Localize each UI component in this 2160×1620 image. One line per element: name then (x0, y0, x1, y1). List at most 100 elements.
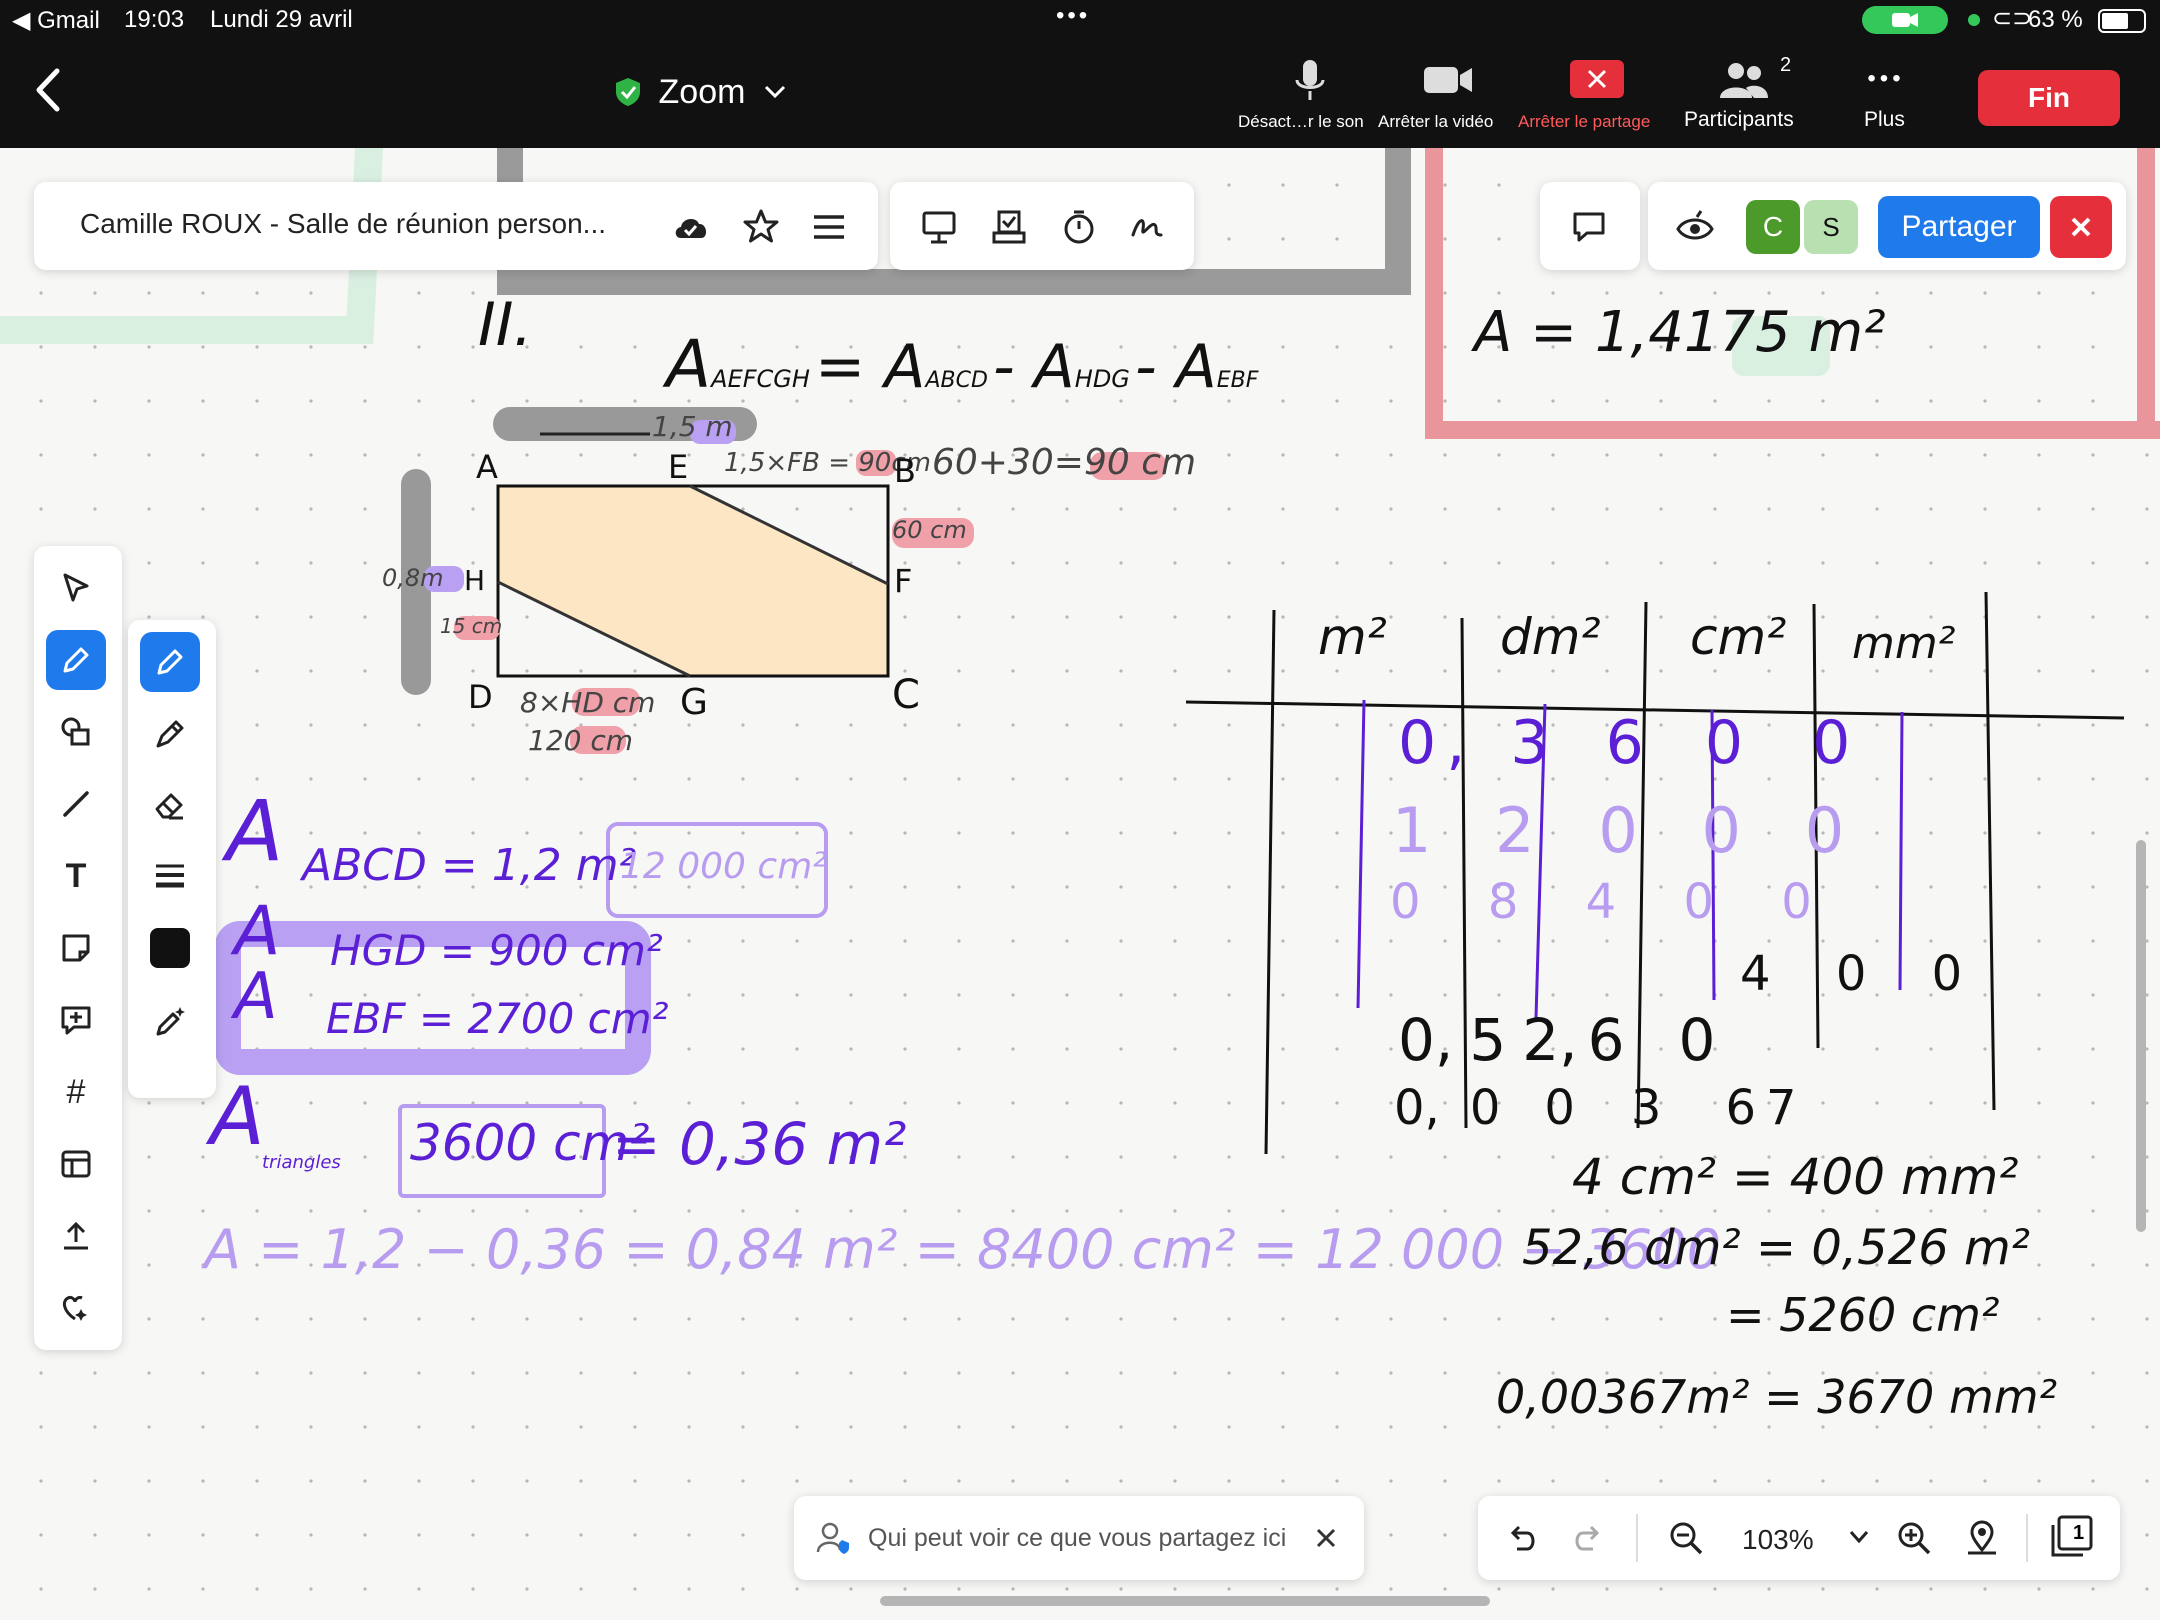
area-symbol-4: A (210, 1070, 265, 1163)
area-hgd: HGD = 900 cm² (330, 926, 663, 975)
microphone-icon[interactable] (1290, 56, 1330, 106)
top-right-result: A = 1,4175 m² (1474, 300, 1886, 365)
shield-check-icon (615, 78, 640, 106)
link-icon: ⊂⊃ (1992, 5, 2033, 32)
location-pin-icon[interactable] (1958, 1514, 2006, 1562)
section-number: II. (478, 290, 533, 360)
camera-active-indicator-icon (1862, 6, 1948, 34)
stop-share-icon[interactable] (1570, 60, 1624, 98)
highlighter-icon[interactable] (140, 704, 200, 764)
select-tool-icon[interactable] (46, 558, 106, 618)
dim-left: 0,8m (382, 564, 444, 592)
area-symbol-3: A (234, 960, 278, 1034)
vertical-scrollbar[interactable] (2136, 840, 2146, 1232)
menu-icon[interactable] (804, 202, 854, 252)
frame-tool-icon[interactable]: # (46, 1062, 106, 1122)
zoom-dropdown-icon[interactable] (1844, 1522, 1874, 1552)
more-label[interactable]: Plus (1864, 108, 1905, 132)
close-share-icon[interactable] (2050, 196, 2112, 258)
comment-icon[interactable] (1564, 202, 1614, 252)
stop-share-label[interactable]: Arrêter le partage (1518, 112, 1650, 132)
dim-dg2: 120 cm (528, 724, 634, 757)
area-triangles-m: = 0,36 m² (612, 1110, 907, 1178)
point-g: G (680, 682, 708, 723)
whiteboard-canvas[interactable]: II. AAEFCGH = AABCD - AHDG - AEBF 1,5 m … (0, 148, 2160, 1620)
dim-sum: 60+30=90 cm (932, 442, 1197, 483)
cloud-sync-icon[interactable] (666, 202, 716, 252)
dismiss-notice-icon[interactable] (1306, 1518, 1346, 1558)
toolbar-divider (2026, 1514, 2028, 1562)
point-d: D (468, 678, 493, 716)
conversion-1: 4 cm² = 400 mm² (1572, 1148, 2019, 1206)
add-comment-icon[interactable] (46, 990, 106, 1050)
sticky-note-icon[interactable] (46, 918, 106, 978)
shapes-tool-icon[interactable] (46, 702, 106, 762)
participants-label[interactable]: Participants (1684, 108, 1794, 132)
zoom-out-icon[interactable] (1662, 1514, 1710, 1562)
area-symbol-1: A (226, 782, 284, 880)
follow-view-icon[interactable] (1670, 202, 1720, 252)
final-area-line: A = 1,2 − 0,36 = 0,84 m² = 8400 cm² = 12… (204, 1218, 1722, 1281)
area-abcd-cm: 12 000 cm² (620, 846, 827, 887)
point-f: F (894, 562, 913, 600)
video-camera-icon[interactable] (1422, 62, 1474, 98)
pen-options-toolbar (128, 620, 216, 1098)
board-title[interactable]: Camille ROUX - Salle de réunion person..… (80, 208, 606, 240)
pages-icon[interactable]: 1 (2044, 1512, 2098, 1564)
more-dots-icon[interactable]: ••• (1862, 64, 1910, 94)
undo-icon[interactable] (1498, 1514, 1546, 1562)
stop-video-label[interactable]: Arrêter la vidéo (1378, 112, 1493, 132)
handwriting-recognition-icon[interactable] (1122, 202, 1172, 252)
meeting-toolbar: Zoom Désact…r le son Arrêter la vidéo Ar… (0, 40, 2160, 148)
text-tool-icon[interactable]: T (46, 846, 106, 906)
upload-icon[interactable] (46, 1206, 106, 1266)
line-tool-icon[interactable] (46, 774, 106, 834)
battery-icon (2098, 9, 2146, 33)
vote-icon[interactable] (984, 202, 1034, 252)
avatar-c[interactable]: C (1746, 200, 1800, 254)
privacy-user-icon (812, 1516, 856, 1560)
magic-pen-icon[interactable] (140, 992, 200, 1052)
stroke-width-icon[interactable] (140, 846, 200, 906)
horizontal-scrollbar[interactable] (880, 1596, 1490, 1606)
presentation-icon[interactable] (914, 202, 964, 252)
meeting-title-button[interactable]: Zoom (600, 68, 800, 116)
smart-ai-icon[interactable] (46, 1278, 106, 1338)
table-header-mm2: mm² (1852, 618, 1956, 669)
table-row-3: 0 8 4 0 0 (1390, 874, 1812, 930)
timer-icon[interactable] (1054, 202, 1104, 252)
area-abcd: ABCD = 1,2 m² (302, 840, 637, 891)
navigation-bar: 103% 1 (1478, 1496, 2120, 1580)
participants-count: 2 (1780, 54, 1792, 76)
pen-icon[interactable] (140, 632, 200, 692)
back-to-app-link[interactable]: ◀ Gmail (12, 6, 100, 35)
template-icon[interactable] (46, 1134, 106, 1194)
participants-icon[interactable] (1718, 58, 1774, 102)
area-triangles-label: triangles (262, 1152, 341, 1173)
page-number: 1 (2073, 1522, 2085, 1544)
back-chevron-icon[interactable] (28, 60, 68, 120)
toolbar-divider (1636, 1514, 1638, 1562)
dim-top: 1,5 m (652, 410, 733, 443)
multitask-dots-icon[interactable]: ••• (1056, 2, 1090, 30)
share-notice-text[interactable]: Qui peut voir ce que vous partagez ici (868, 1524, 1286, 1553)
table-header-dm2: dm² (1500, 608, 1601, 666)
avatar-s[interactable]: S (1804, 200, 1858, 254)
zoom-in-icon[interactable] (1890, 1514, 1938, 1562)
star-icon[interactable] (736, 202, 786, 252)
point-a: A (476, 448, 498, 486)
battery-percent: 63 % (2028, 6, 2083, 33)
end-meeting-button[interactable]: Fin (1978, 70, 2120, 126)
table-row-1: 0, 3 6 0 0 (1398, 708, 1861, 778)
table-row-2: 1 2 0 0 0 (1392, 794, 1845, 867)
point-c: C (892, 672, 920, 718)
share-button[interactable]: Partager (1878, 196, 2040, 258)
conversion-3: = 5260 cm² (1726, 1288, 2000, 1342)
pen-tool-icon[interactable] (46, 630, 106, 690)
zoom-level[interactable]: 103% (1742, 1524, 1814, 1556)
mute-label[interactable]: Désact…r le son (1238, 112, 1364, 132)
status-bar: ◀ Gmail 19:03 Lundi 29 avril ••• ⊂⊃ 63 % (0, 0, 2160, 40)
eraser-icon[interactable] (140, 776, 200, 836)
redo-icon[interactable] (1564, 1514, 1612, 1562)
color-swatch[interactable] (140, 918, 200, 978)
